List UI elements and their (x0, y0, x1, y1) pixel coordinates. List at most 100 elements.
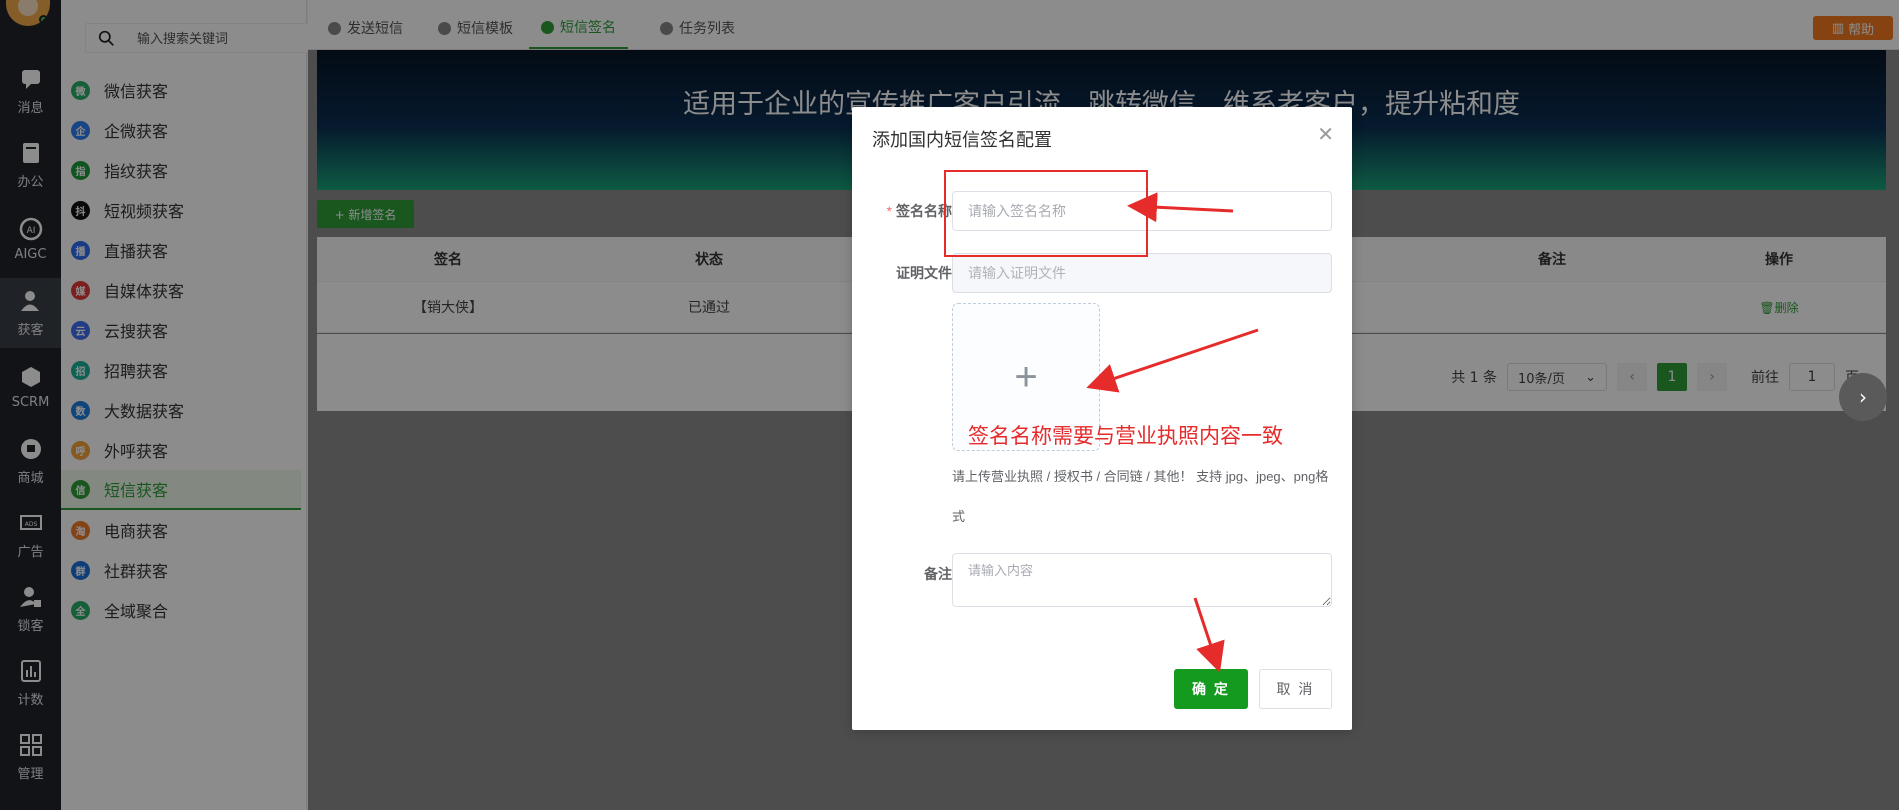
sidebar-item-2[interactable]: 指指纹获客 (61, 150, 301, 190)
total-count: 共 1 条 (1451, 370, 1497, 386)
search-input[interactable] (137, 30, 317, 46)
sidebar-item-label: 企微获客 (104, 124, 169, 141)
page-size-value: 10条/页 (1518, 371, 1565, 387)
sidebar-item-6[interactable]: 云云搜获客 (61, 310, 301, 350)
tab-label: 发送短信 (347, 20, 403, 36)
remark-label: 备注 (924, 566, 952, 582)
cell-status: 已通过 (688, 300, 730, 316)
rail-item-6[interactable]: ADS 广告 (0, 500, 61, 570)
tab-sms-signature[interactable]: 短信签名 (529, 7, 628, 49)
sidebar-item-13[interactable]: 全全域聚合 (61, 590, 301, 630)
rail-item-label: 广告 (17, 545, 44, 560)
sidebar-item-7[interactable]: 招招聘获客 (61, 350, 301, 390)
channel-icon: 全 (71, 600, 90, 620)
confirm-button[interactable]: 确 定 (1174, 669, 1248, 709)
rail-item-label: 获客 (17, 323, 44, 338)
sidebar-item-9[interactable]: 呼外呼获客 (61, 430, 301, 470)
channel-icon: 淘 (71, 520, 90, 540)
sidebar-item-4[interactable]: 播直播获客 (61, 230, 301, 270)
send-icon (328, 21, 341, 35)
annotation-text: 签名名称需要与营业执照内容一致 (968, 425, 1283, 448)
tab-label: 短信模板 (457, 20, 513, 36)
sidebar-item-3[interactable]: 抖短视频获客 (61, 190, 301, 230)
scroll-next-button[interactable]: › (1839, 373, 1887, 421)
sidebar-item-10[interactable]: 信短信获客 (61, 470, 301, 510)
header-sign: 签名 (434, 252, 462, 268)
help-button[interactable]: ▥ 帮助 (1813, 16, 1893, 40)
icon-rail: 消息办公 AI AIGC 获客 SCRM 商城 ADS 广告锁客计数管理 (0, 0, 61, 810)
dialog-title: 添加国内短信签名配置 (872, 130, 1052, 150)
rail-item-3[interactable]: 获客 (0, 278, 61, 348)
sidebar-item-label: 指纹获客 (104, 164, 169, 181)
rail-item-1[interactable]: 办公 (0, 130, 61, 200)
svg-text:ADS: ADS (24, 521, 37, 528)
ai-icon: AI (19, 217, 42, 241)
cancel-button[interactable]: 取 消 (1259, 669, 1332, 709)
remark-textarea[interactable] (952, 553, 1332, 607)
count-icon (20, 660, 41, 682)
rail-item-7[interactable]: 锁客 (0, 574, 61, 644)
sidebar-item-5[interactable]: 媒自媒体获客 (61, 270, 301, 310)
signature-name-label: * 签名名称 (862, 201, 952, 221)
rail-item-label: 消息 (17, 101, 44, 116)
prev-page-button[interactable]: ‹ (1617, 363, 1647, 391)
next-page-button[interactable]: › (1697, 363, 1727, 391)
goto-page-input[interactable]: 1 (1789, 363, 1835, 391)
book-icon: ▥ (1831, 20, 1845, 36)
sidebar-item-label: 自媒体获客 (104, 284, 185, 301)
channel-icon: 播 (71, 240, 90, 260)
proof-file-input[interactable] (952, 253, 1332, 293)
tab-send-sms[interactable]: 发送短信 (316, 7, 415, 49)
page-number-current[interactable]: 1 (1657, 363, 1687, 391)
sidebar-item-12[interactable]: 群社群获客 (61, 550, 301, 590)
channel-icon: 招 (71, 360, 90, 380)
signature-icon (541, 20, 554, 34)
task-icon (660, 21, 673, 35)
chevron-right-icon: › (1859, 385, 1867, 409)
tab-task-list[interactable]: 任务列表 (648, 7, 747, 49)
sidebar-item-label: 外呼获客 (104, 444, 169, 461)
tab-sms-template[interactable]: 短信模板 (426, 7, 525, 49)
close-icon[interactable]: ✕ (1317, 122, 1334, 147)
office-icon (22, 143, 39, 163)
help-label: 帮助 (1848, 22, 1875, 38)
rail-item-label: 计数 (17, 693, 44, 708)
sidebar-item-11[interactable]: 淘电商获客 (61, 510, 301, 550)
ads-icon: ADS (19, 515, 42, 530)
user-avatar[interactable] (6, 0, 50, 26)
sidebar-item-8[interactable]: 数大数据获客 (61, 390, 301, 430)
rail-item-0[interactable]: 消息 (0, 56, 61, 126)
template-icon (438, 21, 451, 35)
rail-item-4[interactable]: SCRM (0, 352, 61, 422)
rail-item-label: SCRM (11, 395, 50, 410)
sidebar-item-0[interactable]: 微微信获客 (61, 70, 301, 110)
cell-sign: 【销大侠】 (413, 300, 483, 316)
manage-icon (19, 734, 42, 756)
page-size-select[interactable]: 10条/页 ⌄ (1507, 363, 1607, 391)
rail-item-label: AIGC (14, 247, 47, 262)
rail-item-2[interactable]: AI AIGC (0, 204, 61, 274)
acquire-sidebar: 微微信获客企企微获客指指纹获客抖短视频获客播直播获客媒自媒体获客云云搜获客招招聘… (61, 0, 343, 810)
rail-item-label: 管理 (17, 767, 44, 782)
add-signature-button[interactable]: + 新增签名 (317, 200, 414, 228)
sidebar-item-label: 短信获客 (104, 483, 169, 500)
required-mark: * (886, 203, 892, 219)
sidebar-item-label: 直播获客 (104, 244, 169, 261)
rail-item-5[interactable]: 商城 (0, 426, 61, 496)
chevron-right-icon: › (1709, 369, 1715, 385)
chevron-down-icon: ⌄ (1585, 369, 1596, 385)
delete-label: 删除 (1774, 300, 1799, 315)
sidebar-search[interactable] (85, 23, 343, 53)
tab-label: 任务列表 (679, 20, 735, 36)
plus-icon: + (1014, 354, 1038, 399)
sidebar-item-1[interactable]: 企企微获客 (61, 110, 301, 150)
rail-item-9[interactable]: 管理 (0, 722, 61, 792)
delete-link[interactable]: 🗑删除 (1759, 301, 1798, 315)
sidebar-item-label: 大数据获客 (104, 404, 185, 421)
sidebar-item-label: 短视频获客 (104, 204, 185, 221)
sidebar-item-label: 社群获客 (104, 564, 169, 581)
rail-item-8[interactable]: 计数 (0, 648, 61, 718)
channel-icon: 抖 (71, 200, 90, 220)
sidebar-item-label: 云搜获客 (104, 324, 169, 341)
channel-icon: 指 (71, 160, 90, 180)
